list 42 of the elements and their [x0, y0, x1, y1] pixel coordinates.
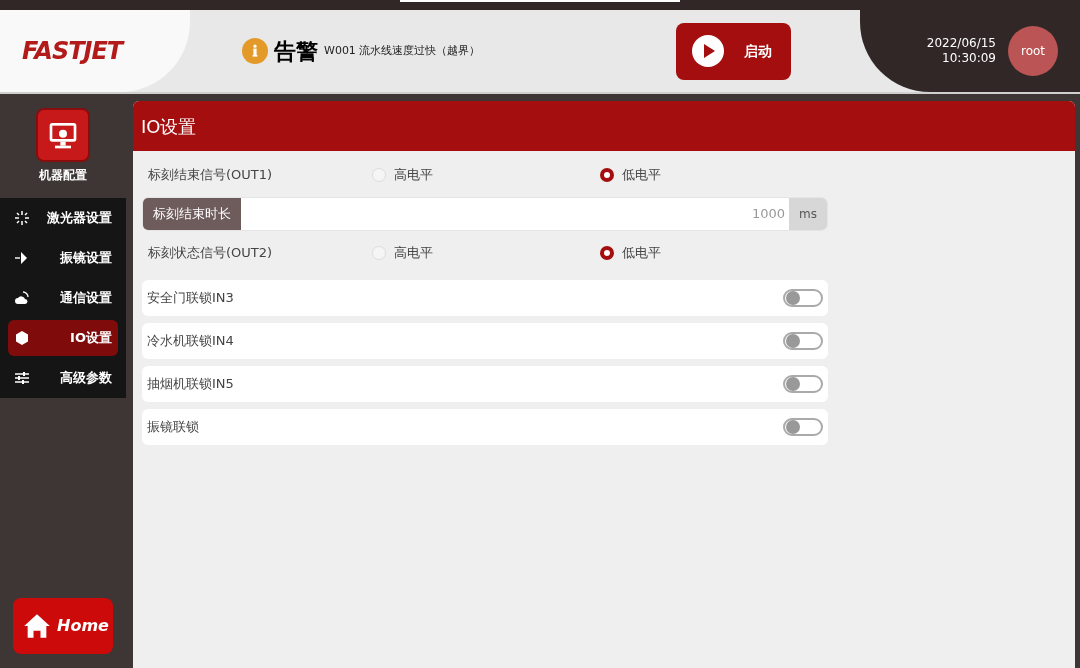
info-icon	[242, 38, 268, 64]
duration-field[interactable]: 标刻结束时长 1000 ms	[142, 197, 828, 231]
toggle-switch[interactable]	[783, 332, 823, 350]
radio-option[interactable]: 低电平	[600, 165, 661, 185]
unit-label: ms	[789, 198, 827, 230]
setting-label: 标刻状态信号(OUT2)	[148, 244, 274, 263]
setting-label: 振镜联锁	[147, 418, 199, 437]
nav-item[interactable]: 激光器设置	[8, 200, 118, 236]
house-icon	[23, 612, 51, 640]
radio-option[interactable]: 高电平	[372, 165, 600, 185]
setting-label: 安全门联锁IN3	[147, 289, 234, 308]
nav-item[interactable]: 通信设置	[8, 280, 118, 316]
radio-option[interactable]: 低电平	[600, 243, 661, 263]
section-title: 机器配置	[39, 167, 87, 184]
toggle-switch[interactable]	[783, 375, 823, 393]
alert-message: W001 流水线速度过快（越界）	[324, 42, 481, 59]
radio-option[interactable]: 高电平	[372, 243, 600, 263]
alert-title: 告警	[274, 37, 318, 66]
toggle-switch[interactable]	[783, 289, 823, 307]
field-value: 1000	[750, 205, 786, 224]
sliders-icon	[14, 370, 30, 386]
date-text: 2022/06/15	[926, 36, 996, 51]
setting-label: 冷水机联锁IN4	[147, 332, 234, 351]
start-button[interactable]: 启动	[676, 22, 792, 80]
user-avatar[interactable]: root	[1008, 26, 1058, 76]
setting-label: 抽烟机联锁IN5	[147, 375, 234, 394]
nav-item[interactable]: IO设置	[8, 320, 118, 356]
cloud-signal-icon	[14, 290, 30, 306]
field-label: 标刻结束时长	[143, 198, 241, 230]
nav-item[interactable]: 高级参数	[8, 360, 118, 396]
nav-item[interactable]: 振镜设置	[8, 240, 118, 276]
mirror-icon	[14, 250, 30, 266]
sparkle-icon	[14, 210, 30, 226]
play-icon	[692, 35, 725, 67]
home-button[interactable]: Home	[13, 598, 113, 654]
toggle-switch[interactable]	[783, 418, 823, 436]
cube-icon	[14, 330, 30, 346]
brand-logo: FASTJET	[22, 36, 123, 67]
time-text: 10:30:09	[942, 51, 996, 66]
panel-header: IO设置	[133, 101, 1075, 151]
monitor-gear-icon	[36, 108, 90, 162]
setting-label: 标刻结束信号(OUT1)	[148, 166, 274, 185]
